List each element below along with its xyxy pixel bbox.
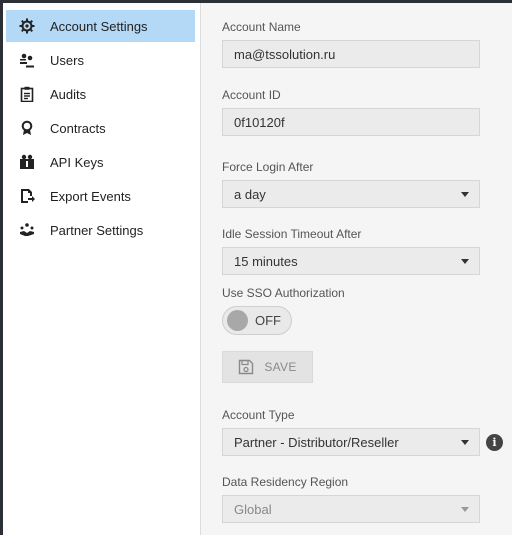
- clipboard-icon: [18, 85, 36, 103]
- sidebar-item-export-events[interactable]: Export Events: [6, 180, 195, 212]
- sso-toggle[interactable]: OFF: [222, 306, 292, 335]
- info-icon[interactable]: i: [486, 434, 503, 451]
- force-login-value: a day: [234, 186, 266, 202]
- sidebar-item-partner-settings[interactable]: Partner Settings: [6, 214, 195, 246]
- idle-timeout-select[interactable]: 15 minutes: [222, 247, 480, 275]
- sidebar-item-audits[interactable]: Audits: [6, 78, 195, 110]
- sidebar-item-label: Users: [50, 52, 84, 68]
- account-id-label: Account ID: [222, 88, 281, 102]
- toggle-knob: [227, 310, 248, 331]
- sidebar-item-label: Contracts: [50, 120, 106, 136]
- idle-timeout-label: Idle Session Timeout After: [222, 227, 362, 241]
- save-icon: [239, 359, 254, 375]
- partner-icon: [18, 221, 36, 239]
- sidebar-item-label: Account Settings: [50, 18, 148, 34]
- chevron-down-icon: [461, 192, 469, 197]
- export-icon: [18, 187, 36, 205]
- sidebar-item-users[interactable]: Users: [6, 44, 195, 76]
- sidebar-item-label: Partner Settings: [50, 222, 144, 238]
- gear-icon: [18, 17, 36, 35]
- users-icon: [18, 51, 36, 69]
- data-residency-value: Global: [234, 501, 272, 517]
- idle-timeout-value: 15 minutes: [234, 253, 298, 269]
- data-residency-select[interactable]: Global: [222, 495, 480, 523]
- account-settings-form: Account Name ma@tssolution.ru Account ID…: [201, 3, 512, 535]
- account-name-field[interactable]: ma@tssolution.ru: [222, 40, 480, 68]
- force-login-select[interactable]: a day: [222, 180, 480, 208]
- sidebar-item-api-keys[interactable]: API Keys: [6, 146, 195, 178]
- account-type-select[interactable]: Partner - Distributor/Reseller: [222, 428, 480, 456]
- sidebar-item-label: Export Events: [50, 188, 131, 204]
- data-residency-label: Data Residency Region: [222, 475, 349, 489]
- account-id-field[interactable]: 0f10120f: [222, 108, 480, 136]
- sso-toggle-state: OFF: [255, 313, 281, 328]
- account-type-value: Partner - Distributor/Reseller: [234, 434, 399, 450]
- chevron-down-icon: [461, 507, 469, 512]
- chevron-down-icon: [461, 259, 469, 264]
- sidebar: Account Settings Users Audits Contracts …: [3, 3, 200, 535]
- key-icon: [18, 153, 36, 171]
- save-button[interactable]: SAVE: [222, 351, 313, 383]
- sidebar-item-label: Audits: [50, 86, 87, 102]
- force-login-label: Force Login After: [222, 160, 314, 174]
- award-icon: [18, 119, 36, 137]
- chevron-down-icon: [461, 440, 469, 445]
- sso-label: Use SSO Authorization: [222, 286, 345, 300]
- account-type-label: Account Type: [222, 408, 295, 422]
- account-name-label: Account Name: [222, 20, 301, 34]
- save-button-label: SAVE: [264, 360, 297, 374]
- sidebar-item-contracts[interactable]: Contracts: [6, 112, 195, 144]
- sidebar-item-label: API Keys: [50, 154, 104, 170]
- sidebar-item-account-settings[interactable]: Account Settings: [6, 10, 195, 42]
